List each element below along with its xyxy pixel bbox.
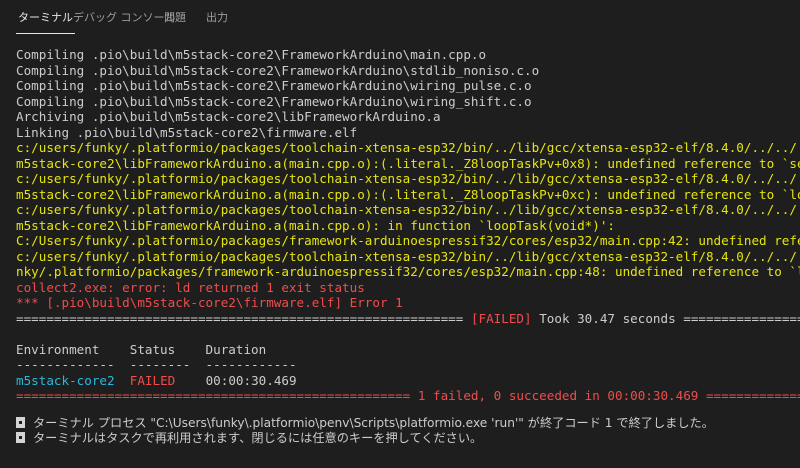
error-line: collect2.exe: error: ld returned 1 exit … [16, 280, 365, 295]
compile-line: Compiling .pio\build\m5stack-core2\Frame… [16, 63, 540, 78]
status-failed: FAILED [129, 373, 176, 388]
process-exit-line: ターミナル プロセス "C:\Users\funky\.platformio\p… [16, 416, 714, 431]
linker-output-line: c:/users/funky/.platformio/packages/tool… [16, 249, 800, 264]
results-table-header: Environment Status Duration [16, 342, 267, 357]
linker-output-line: c:/users/funky/.platformio/packages/tool… [16, 140, 800, 155]
linker-output-line: nky/.platformio/packages/framework-ardui… [16, 264, 800, 279]
failed-banner: ========================================… [16, 311, 800, 326]
failed-rule-left: ========================================… [16, 311, 471, 326]
tab-problems[interactable]: 問題 [164, 4, 186, 34]
tab-terminal[interactable]: ターミナル [16, 4, 75, 34]
error-line: *** [.pio\build\m5stack-core2\firmware.e… [16, 295, 403, 310]
compile-line: Compiling .pio\build\m5stack-core2\Frame… [16, 47, 487, 62]
terminal-status-icon [16, 417, 25, 428]
failed-duration-text: Took 30.47 seconds =====================… [539, 311, 800, 326]
linker-output-line: m5stack-core2\libFrameworkArduino.a(main… [16, 156, 800, 171]
tab-debug-console[interactable]: デバッグ コンソール [73, 4, 176, 34]
process-exit-text: ターミナル プロセス "C:\Users\funky\.platformio\p… [33, 416, 714, 430]
linker-output-line: C:/Users/funky/.platformio/packages/fram… [16, 233, 800, 248]
reuse-hint-text: ターミナルはタスクで再利用されます、閉じるには任意のキーを押してください。 [33, 431, 483, 445]
linker-output-line: c:/users/funky/.platformio/packages/tool… [16, 202, 800, 217]
linker-output-line: c:/users/funky/.platformio/packages/tool… [16, 171, 800, 186]
reuse-hint-line: ターミナルはタスクで再利用されます、閉じるには任意のキーを押してください。 [16, 431, 482, 446]
linker-output-line: m5stack-core2\libFrameworkArduino.a(main… [16, 218, 615, 233]
panel-tab-bar: ターミナル デバッグ コンソール 問題 出力 [0, 4, 800, 34]
archive-line: Archiving .pio\build\m5stack-core2\libFr… [16, 109, 441, 124]
terminal-output[interactable]: Compiling .pio\build\m5stack-core2\Frame… [0, 34, 800, 468]
compile-line: Compiling .pio\build\m5stack-core2\Frame… [16, 94, 532, 109]
tab-output[interactable]: 出力 [206, 4, 228, 34]
compile-line: Compiling .pio\build\m5stack-core2\Frame… [16, 78, 532, 93]
environment-name: m5stack-core2 [16, 373, 115, 388]
summary-line: ========================================… [16, 388, 800, 403]
failed-tag: [FAILED] [470, 311, 532, 326]
results-table-rule: ------------- -------- ------------ [16, 357, 297, 372]
duration-value: 00:00:30.469 [205, 373, 297, 388]
link-line: Linking .pio\build\m5stack-core2\firmwar… [16, 125, 358, 140]
results-table-row: m5stack-core2 FAILED 00:00:30.469 [16, 373, 297, 388]
linker-output-line: m5stack-core2\libFrameworkArduino.a(main… [16, 187, 800, 202]
terminal-status-icon [16, 432, 25, 443]
